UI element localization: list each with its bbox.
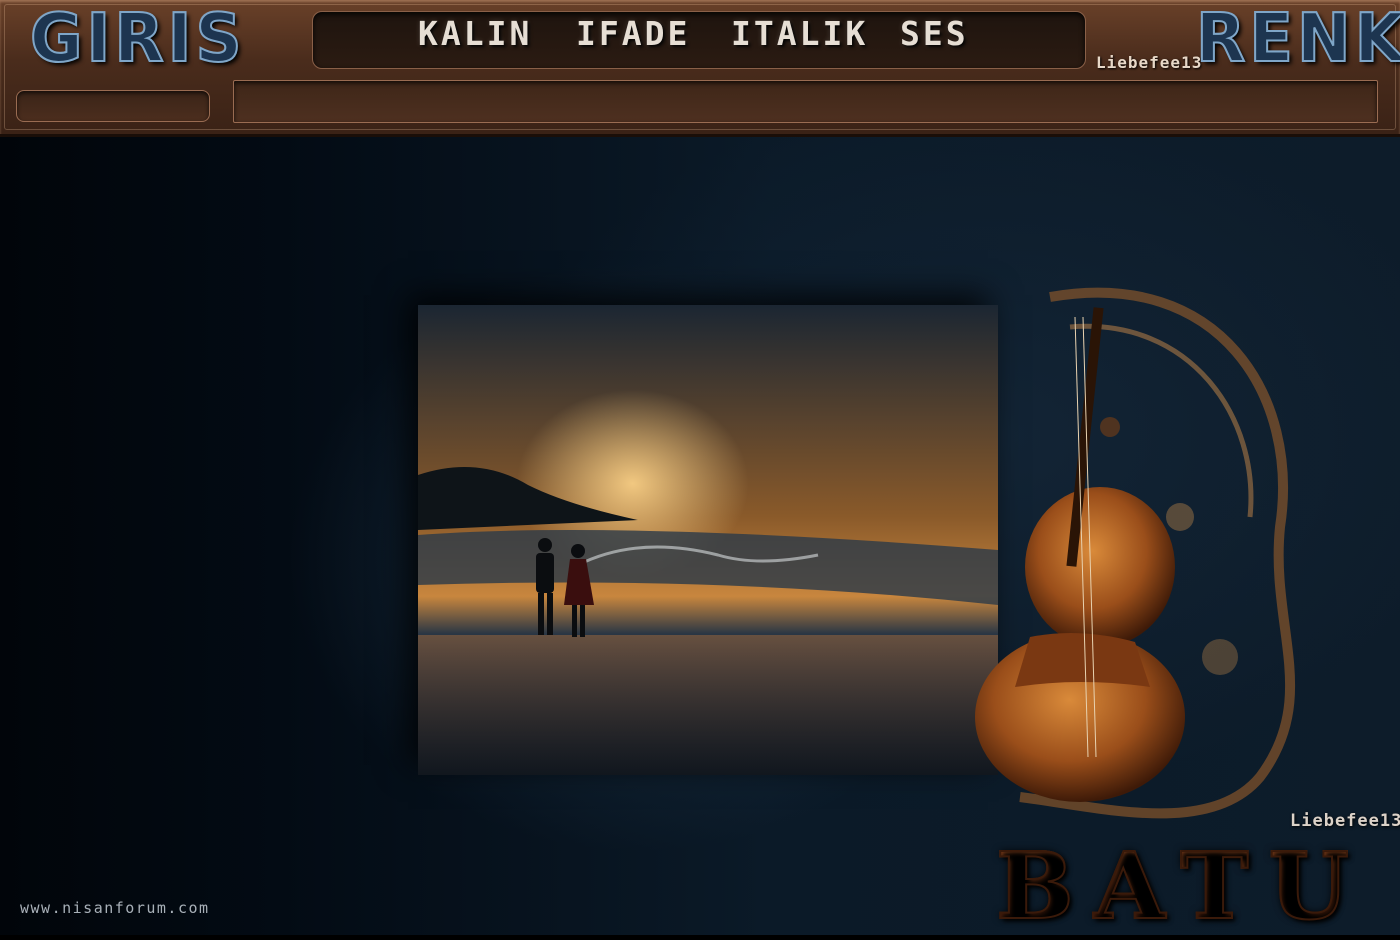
cello-illustration (975, 287, 1296, 819)
author-credit: Liebefee13 (1096, 53, 1203, 72)
name-field[interactable] (16, 90, 210, 122)
expression-button[interactable]: IFADE (576, 14, 690, 53)
site-watermark: www.nisanforum.com (20, 899, 210, 917)
enter-button[interactable]: GIRIS (29, 0, 246, 79)
player-toolbar: GIRIS KALIN IFADE ITALIK SES Liebefee13 … (0, 0, 1400, 137)
italic-button[interactable]: ITALIK (731, 14, 868, 53)
bold-button[interactable]: KALIN (418, 14, 532, 53)
artwork-title: BATU (995, 831, 1369, 940)
beach-couple-illustration (418, 305, 998, 775)
artwork-credit: Liebefee13 (1290, 811, 1400, 831)
background-artwork (0, 137, 1400, 935)
sound-button[interactable]: SES (900, 14, 969, 53)
message-field[interactable] (233, 80, 1378, 123)
color-button[interactable]: RENK (1195, 0, 1400, 79)
